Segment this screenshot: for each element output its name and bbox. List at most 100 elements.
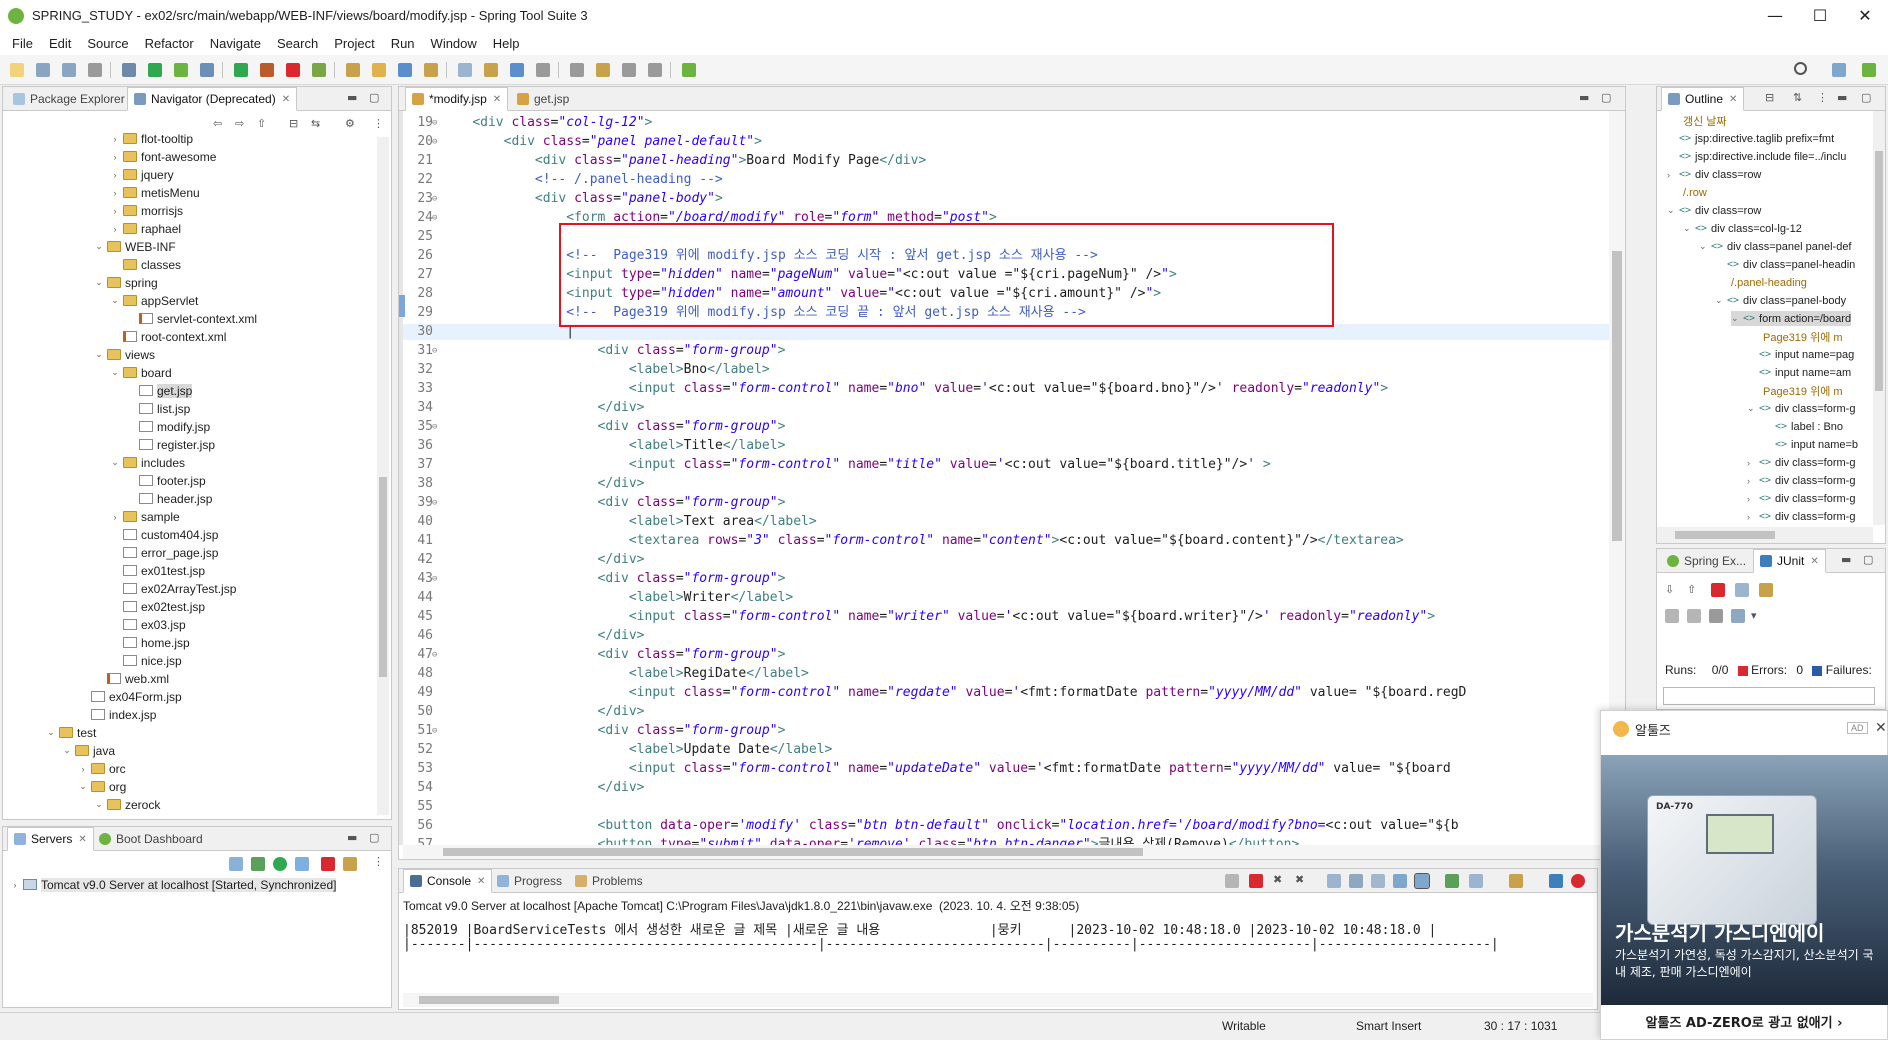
tree-item[interactable]: › sample: [109, 509, 180, 524]
pin-editor-icon[interactable]: [682, 63, 696, 77]
code-line[interactable]: 41 <textarea rows="3" class="form-contro…: [403, 533, 1609, 549]
fold-toggle-icon[interactable]: ⊖: [432, 723, 437, 739]
tree-item[interactable]: get.jsp: [125, 383, 193, 398]
code-line[interactable]: 54 </div>: [403, 780, 1609, 796]
close-window-button[interactable]: ✕: [1842, 0, 1888, 31]
menu-source[interactable]: Source: [79, 36, 136, 51]
pin-console-icon[interactable]: [1445, 874, 1459, 888]
debug-icon[interactable]: [200, 63, 214, 77]
external-tools-icon[interactable]: [260, 63, 274, 77]
rerun-failed-icon[interactable]: [1687, 609, 1701, 623]
outline-item[interactable]: /.panel-heading: [1715, 275, 1807, 290]
expand-arrow-icon[interactable]: ›: [1747, 512, 1759, 522]
expand-arrow-icon[interactable]: ⌄: [1667, 205, 1679, 216]
expand-arrow-icon[interactable]: ›: [1747, 476, 1759, 486]
outline-item[interactable]: <> jsp:directive.include file=../inclu: [1667, 149, 1846, 164]
tab-package-explorer[interactable]: Package Explorer: [7, 87, 131, 111]
tree-item[interactable]: ex02test.jsp: [109, 599, 205, 614]
scrollbar-thumb[interactable]: [1675, 531, 1775, 539]
outline-item[interactable]: Page319 위에 m: [1747, 329, 1843, 344]
code-line[interactable]: 55: [403, 799, 1609, 815]
code-line[interactable]: 19 ⊖ <div class="col-lg-12">: [403, 115, 1609, 131]
tree-item[interactable]: ex02ArrayTest.jsp: [109, 581, 236, 596]
outline-item[interactable]: ⌄ <> div class=panel-body: [1715, 293, 1846, 308]
tree-item[interactable]: index.jsp: [77, 707, 156, 722]
expand-arrow-icon[interactable]: ›: [1747, 458, 1759, 468]
stop-icon[interactable]: [286, 63, 300, 77]
tree-item[interactable]: list.jsp: [125, 401, 190, 416]
outline-item[interactable]: /.row: [1667, 185, 1707, 200]
tree-item[interactable]: ⌄ views: [93, 347, 155, 362]
open-task-icon[interactable]: [458, 63, 472, 77]
tree-item[interactable]: ⌄ test: [45, 725, 96, 740]
menu-project[interactable]: Project: [326, 36, 382, 51]
code-line[interactable]: 21 <div class="panel-heading">Board Modi…: [403, 153, 1609, 169]
code-line[interactable]: 47 ⊖ <div class="form-group">: [403, 647, 1609, 663]
publish-icon[interactable]: [343, 857, 357, 871]
test-history-icon[interactable]: [1759, 583, 1773, 597]
expand-arrow-icon[interactable]: ›: [109, 134, 121, 144]
minimize-button[interactable]: —: [1752, 0, 1798, 31]
word-wrap-icon[interactable]: [1371, 874, 1385, 888]
minimize-view-icon[interactable]: ▬: [1579, 91, 1589, 104]
outline-item[interactable]: <> input name=b: [1763, 437, 1858, 452]
stop-server-icon[interactable]: [321, 857, 335, 871]
run-server-icon[interactable]: [273, 857, 287, 871]
server-row[interactable]: › Tomcat v9.0 Server at localhost [Start…: [9, 877, 337, 892]
code-line[interactable]: 42 </div>: [403, 552, 1609, 568]
tree-item[interactable]: ex04Form.jsp: [77, 689, 182, 704]
tree-item[interactable]: ⌄ includes: [109, 455, 185, 470]
start-server-icon[interactable]: [251, 857, 265, 871]
expand-arrow-icon[interactable]: ›: [9, 880, 21, 890]
tree-item[interactable]: ⌄ org: [77, 779, 126, 794]
close-icon[interactable]: ✕: [477, 876, 485, 887]
expand-arrow-icon[interactable]: ›: [1747, 494, 1759, 504]
menu-help[interactable]: Help: [485, 36, 528, 51]
expand-arrow-icon[interactable]: ⌄: [45, 727, 57, 738]
tree-item[interactable]: root-context.xml: [109, 329, 226, 344]
code-line[interactable]: 48 <label>RegiDate</label>: [403, 666, 1609, 682]
code-line[interactable]: 23 ⊖ <div class="panel-body">: [403, 191, 1609, 207]
code-line[interactable]: 31 ⊖ <div class="form-group">: [403, 343, 1609, 359]
tree-item[interactable]: nice.jsp: [109, 653, 182, 668]
code-line[interactable]: 32 <label>Bno</label>: [403, 362, 1609, 378]
fold-toggle-icon[interactable]: ⊖: [432, 571, 437, 587]
debug-server-icon[interactable]: [229, 857, 243, 871]
tab-servers[interactable]: Servers ✕: [7, 827, 94, 851]
outline-item[interactable]: 갱신 날짜: [1667, 113, 1727, 128]
sort-icon[interactable]: ⇅: [1793, 91, 1802, 104]
tab-get-jsp[interactable]: get.jsp: [511, 87, 575, 111]
fold-toggle-icon[interactable]: ⊖: [432, 495, 437, 511]
save-icon[interactable]: [36, 63, 50, 77]
expand-arrow-icon[interactable]: ›: [109, 206, 121, 216]
expand-arrow-icon[interactable]: ›: [109, 170, 121, 180]
expand-arrow-icon[interactable]: ›: [109, 224, 121, 234]
tree-item[interactable]: ⌄ appServlet: [109, 293, 198, 308]
tree-item[interactable]: header.jsp: [125, 491, 212, 506]
maximize-view-icon[interactable]: ▢: [369, 831, 379, 844]
code-line[interactable]: 33 <input class="form-control" name="bno…: [403, 381, 1609, 397]
save-all-icon[interactable]: [62, 63, 76, 77]
expand-arrow-icon[interactable]: ⌄: [109, 295, 121, 306]
expand-arrow-icon[interactable]: ›: [109, 188, 121, 198]
tree-item[interactable]: ⌄ zerock: [93, 797, 160, 812]
expand-arrow-icon[interactable]: ⌄: [61, 745, 73, 756]
code-line[interactable]: 22 <!-- /.panel-heading -->: [403, 172, 1609, 188]
editor-horizontal-scrollbar[interactable]: [403, 845, 1609, 859]
web-browser-icon[interactable]: [510, 63, 524, 77]
view-menu-icon[interactable]: ⋮: [373, 117, 384, 130]
expand-arrow-icon[interactable]: ⌄: [93, 277, 105, 288]
outline-item[interactable]: ⌄ <> div class=col-lg-12: [1683, 221, 1802, 236]
tree-item[interactable]: ⌄ board: [109, 365, 171, 380]
expand-arrow-icon[interactable]: ›: [109, 152, 121, 162]
tree-item[interactable]: classes: [109, 257, 181, 272]
rerun-icon[interactable]: [1665, 609, 1679, 623]
code-line[interactable]: 37 <input class="form-control" name="tit…: [403, 457, 1609, 473]
new-java-project-icon[interactable]: [346, 63, 360, 77]
spring-perspective-icon[interactable]: [1862, 63, 1876, 77]
code-editor[interactable]: 19 ⊖ <div class="col-lg-12"> 20 ⊖ <div clas…: [403, 111, 1609, 845]
expand-arrow-icon[interactable]: ⌄: [1747, 403, 1759, 414]
close-icon[interactable]: ✕: [1729, 94, 1737, 105]
tree-item[interactable]: custom404.jsp: [109, 527, 218, 542]
code-line[interactable]: 56 <button data-oper='modify' class="btn…: [403, 818, 1609, 834]
